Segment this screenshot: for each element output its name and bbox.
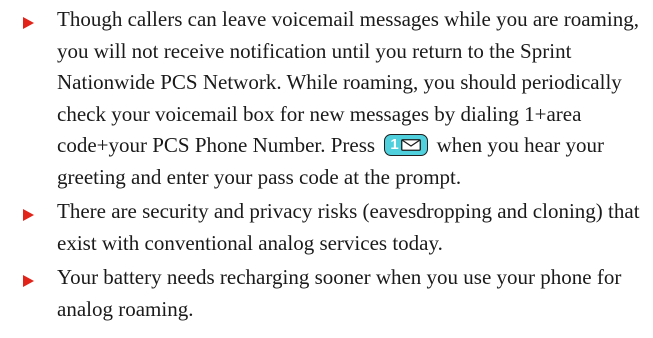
envelope-icon bbox=[401, 139, 422, 152]
roaming-notes-list: Though callers can leave voicemail messa… bbox=[0, 4, 653, 328]
bullet-arrow-icon bbox=[23, 209, 34, 221]
battery-text: Your battery needs recharging sooner whe… bbox=[57, 265, 622, 321]
list-item-battery: Your battery needs recharging sooner whe… bbox=[0, 262, 653, 325]
voicemail-key-button: 1 bbox=[384, 134, 429, 157]
bullet-arrow-icon bbox=[23, 275, 34, 287]
key-digit-label: 1 bbox=[390, 136, 399, 154]
list-item-voicemail-roaming: Though callers can leave voicemail messa… bbox=[0, 4, 653, 193]
bullet-arrow-icon bbox=[23, 17, 34, 29]
security-risks-text: There are security and privacy risks (ea… bbox=[57, 199, 640, 255]
list-item-security-risks: There are security and privacy risks (ea… bbox=[0, 196, 653, 259]
